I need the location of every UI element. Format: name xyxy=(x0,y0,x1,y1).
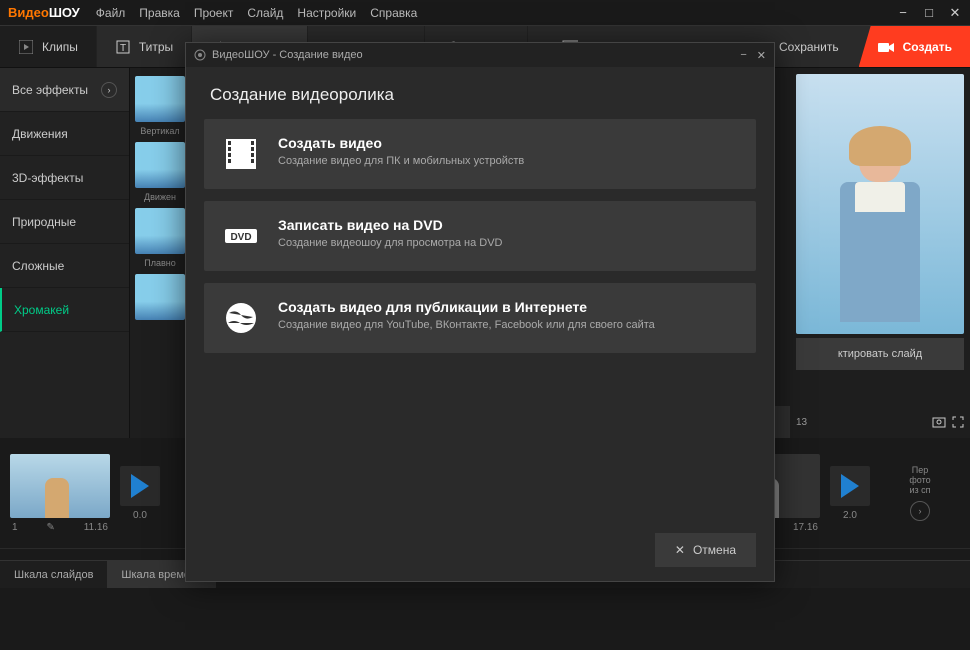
menu-settings[interactable]: Настройки xyxy=(297,6,356,20)
thumb-label: Плавно xyxy=(134,258,186,268)
pencil-icon[interactable]: ✎ xyxy=(46,522,54,533)
maximize-button[interactable]: □ xyxy=(922,6,936,20)
dvd-icon: DVD xyxy=(222,217,260,255)
option-internet[interactable]: Создать видео для публикации в Интернете… xyxy=(204,283,756,353)
camera-small-icon[interactable] xyxy=(932,416,946,428)
slide-duration: 17.16 xyxy=(793,522,818,533)
timeline-slide-1[interactable]: 1 ✎ 11.16 xyxy=(10,454,110,533)
option-dvd[interactable]: DVD Записать видео на DVD Создание видео… xyxy=(204,201,756,271)
tab-slide-scale[interactable]: Шкала слайдов xyxy=(0,561,107,588)
create-label: Создать xyxy=(903,40,952,54)
create-button[interactable]: Создать xyxy=(859,26,970,67)
effect-thumb-4[interactable] xyxy=(134,274,186,324)
thumb-label: Движен xyxy=(134,192,186,202)
slide-preview xyxy=(796,74,964,334)
option-desc: Создание видеошоу для просмотра на DVD xyxy=(278,237,738,249)
sidebar-chroma[interactable]: Хромакей xyxy=(0,288,129,332)
sidebar-all-label: Все эффекты xyxy=(12,83,88,97)
timeline-transition-1[interactable]: 0.0 xyxy=(120,466,160,521)
modal-header: Создание видеоролика xyxy=(186,67,774,119)
main-menu: Файл Правка Проект Слайд Настройки Справ… xyxy=(96,6,418,20)
modal-body: Создать видео Создание видео для ПК и мо… xyxy=(186,119,774,519)
camera-icon xyxy=(877,40,895,54)
menu-slide[interactable]: Слайд xyxy=(247,6,283,20)
tab-clips-label: Клипы xyxy=(42,40,78,54)
option-desc: Создание видео для ПК и мобильных устрой… xyxy=(278,155,738,167)
modal-window-title: ВидеоШОУ - Создание видео xyxy=(212,49,363,61)
edit-slide-button[interactable]: ктировать слайд xyxy=(796,338,964,370)
effect-thumb-1[interactable]: Вертикал xyxy=(134,76,186,136)
sidebar-motion[interactable]: Движения xyxy=(0,112,129,156)
minimize-button[interactable]: − xyxy=(896,6,910,20)
menu-edit[interactable]: Правка xyxy=(139,6,180,20)
option-title: Создать видео xyxy=(278,135,738,151)
svg-text:T: T xyxy=(120,43,126,54)
thumb-label: Вертикал xyxy=(134,126,186,136)
titlebar: ВидеоШОУ Файл Правка Проект Слайд Настро… xyxy=(0,0,970,26)
transition-duration: 0.0 xyxy=(120,510,160,521)
effects-sidebar: Все эффекты › Движения 3D-эффекты Природ… xyxy=(0,68,130,438)
create-video-modal: ВидеоШОУ - Создание видео − ✕ Создание в… xyxy=(185,42,775,582)
preview-panel: ктировать слайд 13 xyxy=(790,68,970,438)
play-icon xyxy=(18,39,34,55)
time-display: 13 xyxy=(796,417,807,428)
menu-help[interactable]: Справка xyxy=(370,6,417,20)
tab-clips[interactable]: Клипы xyxy=(0,26,97,67)
gear-icon xyxy=(194,49,206,61)
globe-icon xyxy=(222,299,260,337)
option-title: Записать видео на DVD xyxy=(278,217,738,233)
close-icon: ✕ xyxy=(675,543,685,557)
fullscreen-icon[interactable] xyxy=(952,416,964,428)
effect-thumb-3[interactable]: Плавно xyxy=(134,208,186,268)
svg-text:DVD: DVD xyxy=(230,232,251,243)
tab-titles-label: Титры xyxy=(139,40,173,54)
app-logo: ВидеоШОУ xyxy=(8,5,80,20)
sidebar-all-effects[interactable]: Все эффекты › xyxy=(0,68,129,112)
menu-project[interactable]: Проект xyxy=(194,6,234,20)
slide-index: 1 xyxy=(12,522,18,533)
close-button[interactable]: ✕ xyxy=(948,6,962,20)
slide-duration: 11.16 xyxy=(84,522,108,533)
modal-minimize-button[interactable]: − xyxy=(740,49,746,62)
sidebar-3d[interactable]: 3D-эффекты xyxy=(0,156,129,200)
modal-titlebar: ВидеоШОУ - Создание видео − ✕ xyxy=(186,43,774,67)
chevron-right-icon: › xyxy=(910,501,930,521)
effect-thumbs: Вертикал Движен Плавно xyxy=(130,68,190,438)
text-icon: T xyxy=(115,39,131,55)
time-bar: 13 xyxy=(796,412,964,432)
tab-titles[interactable]: T Титры xyxy=(97,26,192,67)
menu-file[interactable]: Файл xyxy=(96,6,126,20)
option-create-video[interactable]: Создать видео Создание видео для ПК и мо… xyxy=(204,119,756,189)
sidebar-complex[interactable]: Сложные xyxy=(0,244,129,288)
modal-footer: ✕ Отмена xyxy=(186,519,774,581)
modal-close-button[interactable]: ✕ xyxy=(757,49,766,62)
transition-duration: 2.0 xyxy=(830,510,870,521)
add-more-slides[interactable]: Пер фото из сп › xyxy=(880,465,960,521)
cancel-button[interactable]: ✕ Отмена xyxy=(655,533,756,567)
option-desc: Создание видео для YouTube, ВКонтакте, F… xyxy=(278,319,738,331)
sidebar-nature[interactable]: Природные xyxy=(0,200,129,244)
cancel-label: Отмена xyxy=(693,543,736,557)
option-title: Создать видео для публикации в Интернете xyxy=(278,299,738,315)
chevron-right-icon: › xyxy=(101,82,117,98)
film-icon xyxy=(222,135,260,173)
timeline-transition-2[interactable]: 2.0 xyxy=(830,466,870,521)
effect-thumb-2[interactable]: Движен xyxy=(134,142,186,202)
